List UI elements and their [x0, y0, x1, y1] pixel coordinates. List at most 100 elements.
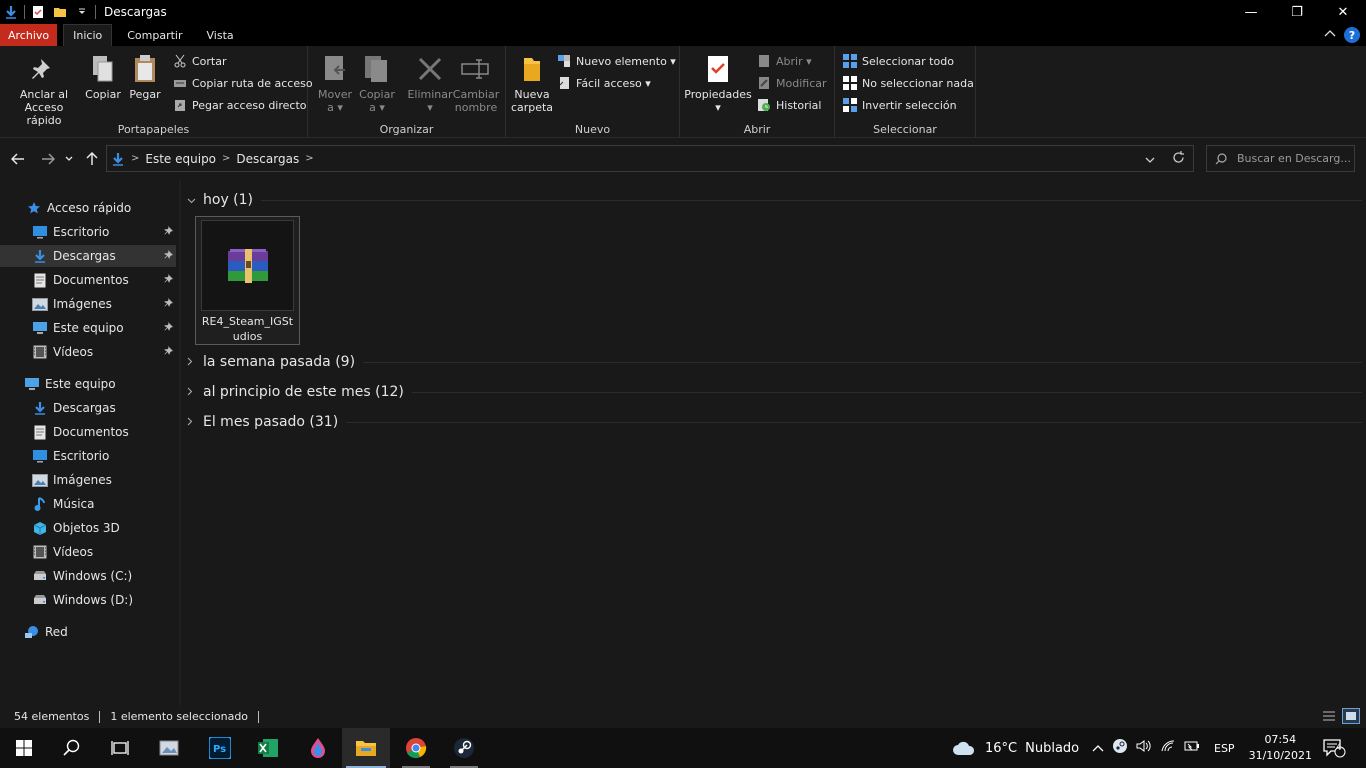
sidebar-item-videos[interactable]: Vídeos	[0, 541, 176, 563]
pin-icon[interactable]	[164, 225, 174, 238]
start-button[interactable]	[0, 728, 48, 768]
sidebar-item-imagenes[interactable]: Imágenes	[0, 469, 176, 491]
cut-button[interactable]: Cortar	[172, 52, 227, 70]
customize-toolbar-icon[interactable]	[74, 4, 90, 20]
properties-icon[interactable]	[30, 4, 46, 20]
group-header-early-this-month[interactable]: al principio de este mes (12)	[187, 382, 1362, 402]
sidebar-item-windows-c[interactable]: Windows (C:)	[0, 565, 176, 587]
group-header-today[interactable]: hoy (1)	[187, 190, 1362, 210]
group-header-last-week[interactable]: la semana pasada (9)	[187, 352, 1362, 372]
pin-icon[interactable]	[164, 297, 174, 310]
sidebar-item-escritorio[interactable]: Escritorio	[0, 221, 176, 243]
taskbar-excel[interactable]	[244, 728, 292, 768]
rename-button[interactable]: Cambiar nombre	[453, 52, 499, 114]
file-item[interactable]: RE4_Steam_IGStudios	[195, 216, 300, 345]
pin-icon[interactable]	[164, 345, 174, 358]
maximize-button[interactable]: ❐	[1274, 0, 1320, 24]
tab-file[interactable]: Archivo	[0, 24, 58, 46]
properties-button[interactable]: Propiedades ▾	[684, 52, 752, 114]
group-header-last-month[interactable]: El mes pasado (31)	[187, 412, 1362, 432]
recent-locations-chevron-icon[interactable]	[62, 149, 76, 169]
battery-icon[interactable]	[1184, 740, 1200, 756]
language-indicator[interactable]: ESP	[1214, 728, 1235, 768]
taskbar-steam[interactable]	[440, 728, 488, 768]
tab-share[interactable]: Compartir	[118, 24, 191, 46]
new-item-button[interactable]: Nuevo elemento ▾	[556, 52, 676, 70]
download-icon[interactable]	[3, 4, 19, 20]
sidebar-item-objetos-3d[interactable]: Objetos 3D	[0, 517, 176, 539]
select-none-button[interactable]: No seleccionar nada	[842, 74, 974, 92]
notification-center-button[interactable]: 4	[1322, 728, 1346, 768]
pin-icon[interactable]	[164, 249, 174, 262]
sidebar-item-documentos[interactable]: Documentos	[0, 421, 176, 443]
up-arrow-icon[interactable]	[82, 149, 102, 169]
chevron-up-icon[interactable]	[1092, 741, 1104, 756]
pin-quick-access-button[interactable]: Anclar al Acceso rápido	[6, 52, 82, 127]
ribbon: Anclar al Acceso rápido Copiar Pegar Cor…	[0, 46, 1366, 138]
sidebar-item-descargas[interactable]: Descargas	[0, 397, 176, 419]
taskbar-photos-app[interactable]	[146, 728, 194, 768]
taskbar-file-explorer[interactable]	[342, 728, 390, 768]
search-button[interactable]	[48, 728, 96, 768]
sidebar-item-musica[interactable]: Música	[0, 493, 176, 515]
collapse-ribbon-icon[interactable]	[1324, 28, 1336, 42]
breadcrumb-downloads[interactable]: Descargas	[236, 152, 299, 166]
copy-button[interactable]: Copiar	[85, 52, 121, 101]
tab-home[interactable]: Inicio	[63, 24, 113, 46]
new-folder-button[interactable]: Nueva carpeta	[511, 52, 553, 114]
paste-shortcut-button[interactable]: Pegar acceso directo	[172, 96, 307, 114]
sidebar-item-descargas[interactable]: Descargas	[0, 245, 176, 267]
forward-arrow-icon[interactable]	[38, 149, 58, 169]
tab-view[interactable]: Vista	[198, 24, 243, 46]
sidebar-item-escritorio[interactable]: Escritorio	[0, 445, 176, 467]
easy-access-button[interactable]: Fácil acceso ▾	[556, 74, 651, 92]
copy-to-icon	[361, 52, 393, 86]
taskbar-paint-app[interactable]	[294, 728, 342, 768]
address-dropdown-icon[interactable]	[1145, 153, 1155, 167]
copy-to-button[interactable]: Copiar a ▾	[358, 52, 396, 114]
edit-button[interactable]: Modificar	[756, 74, 827, 92]
help-icon[interactable]: ?	[1344, 27, 1360, 43]
copy-path-button[interactable]: Copiar ruta de acceso	[172, 74, 313, 92]
minimize-button[interactable]: —	[1228, 0, 1274, 24]
search-input[interactable]	[1237, 152, 1355, 165]
open-button[interactable]: Abrir ▾	[756, 52, 812, 70]
nav-network[interactable]: Red	[0, 621, 176, 643]
paste-button[interactable]: Pegar	[127, 52, 163, 101]
details-view-icon[interactable]	[1320, 708, 1338, 724]
sidebar-item-imagenes[interactable]: Imágenes	[0, 293, 176, 315]
nav-quick-access[interactable]: Acceso rápido	[0, 197, 176, 219]
new-folder-icon[interactable]	[52, 4, 68, 20]
nav-this-pc[interactable]: Este equipo	[0, 373, 176, 395]
search-box[interactable]	[1206, 145, 1355, 172]
star-icon	[26, 200, 42, 216]
sidebar-item-windows-d[interactable]: Windows (D:)	[0, 589, 176, 611]
properties-icon	[702, 52, 734, 86]
back-arrow-icon[interactable]	[8, 149, 28, 169]
task-view-button[interactable]	[96, 728, 144, 768]
invert-selection-button[interactable]: Invertir selección	[842, 96, 957, 114]
rename-label-line2: nombre	[454, 101, 498, 114]
move-to-button[interactable]: Mover a ▾	[316, 52, 354, 114]
history-button[interactable]: Historial	[756, 96, 821, 114]
sidebar-item-videos[interactable]: Vídeos	[0, 341, 176, 363]
refresh-icon[interactable]	[1172, 151, 1185, 167]
taskbar-chrome[interactable]	[392, 728, 440, 768]
weather-widget[interactable]: 16°C Nublado	[952, 728, 1079, 768]
taskbar-photoshop[interactable]: Ps	[196, 728, 244, 768]
steam-tray-icon[interactable]	[1112, 738, 1128, 758]
wifi-icon[interactable]	[1160, 739, 1176, 757]
pin-icon[interactable]	[164, 273, 174, 286]
delete-button[interactable]: Eliminar ▾	[407, 52, 453, 114]
large-icons-view-icon[interactable]	[1342, 708, 1360, 724]
select-all-button[interactable]: Seleccionar todo	[842, 52, 954, 70]
close-button[interactable]: ✕	[1320, 0, 1366, 24]
sidebar-item-documentos[interactable]: Documentos	[0, 269, 176, 291]
move-label-line2: a ▾	[327, 101, 343, 114]
address-bar[interactable]: > Este equipo > Descargas >	[106, 145, 1194, 172]
pin-icon[interactable]	[164, 321, 174, 334]
breadcrumb-this-pc[interactable]: Este equipo	[145, 152, 216, 166]
volume-icon[interactable]	[1136, 739, 1152, 757]
clock[interactable]: 07:54 31/10/2021	[1249, 732, 1312, 764]
sidebar-item-este-equipo[interactable]: Este equipo	[0, 317, 176, 339]
